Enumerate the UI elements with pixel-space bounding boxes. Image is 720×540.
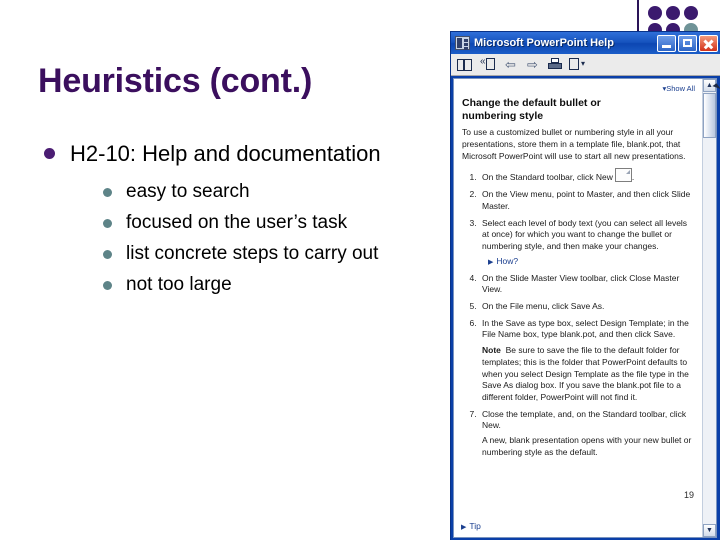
scroll-down-button[interactable]: ▼ [703,524,716,537]
show-all-link[interactable]: ▾Show All [662,84,695,93]
help-content-pane: ▾Show All Change the default bullet or n… [453,78,717,538]
show-hide-tabs-icon[interactable] [455,56,474,73]
bullet-icon [103,250,112,260]
list-item: easy to search [98,179,400,206]
bullet-icon [103,188,112,198]
list-item-label: list concrete steps to carry out [126,243,379,265]
sub-list: easy to search focused on the user’s tas… [98,179,400,299]
new-document-icon [614,168,632,183]
step-item: Close the template, and, on the Standard… [479,409,695,459]
bullet-icon [103,219,112,229]
window-titlebar[interactable]: Microsoft PowerPoint Help [451,32,720,54]
step-text: On the Standard toolbar, click New [482,172,613,183]
list-item-label: focused on the user’s task [126,212,348,234]
step-text: On the Slide Master View toolbar, click … [482,272,680,295]
article-steps: On the Standard toolbar, click New. On t… [462,168,695,458]
article-heading: Change the default bullet or numbering s… [462,96,601,122]
decorative-dot [666,6,680,20]
maximize-button[interactable] [678,34,697,52]
note-text: Be sure to save the file to the default … [482,345,689,402]
step-text: On the File menu, click Save As. [482,300,605,311]
step-item: On the Slide Master View toolbar, click … [479,273,695,296]
step-item: In the Save as type box, select Design T… [479,318,695,404]
show-all-row: ▾Show All [462,83,695,95]
step-text: Select each level of body text (you can … [482,217,688,252]
step-item: On the Standard toolbar, click New. [479,168,695,184]
article-final-paragraph: A new, blank presentation opens with you… [482,435,692,457]
list-item-label: H2-10: Help and documentation [70,141,381,166]
maximize-icon [683,38,692,47]
how-expander-link[interactable]: ▶ How? [488,256,695,268]
scrollbar-thumb[interactable] [703,93,716,138]
bullet-icon [44,148,55,159]
decorative-rule [637,0,639,32]
decorative-dot [648,6,662,20]
step-item: On the View menu, point to Master, and t… [479,189,695,212]
minimize-button[interactable] [657,34,676,52]
help-article: ▾Show All Change the default bullet or n… [454,79,702,537]
vertical-scrollbar[interactable]: ▲ ▼ [702,79,716,537]
article-note: Note Be sure to save the file to the def… [482,345,695,404]
slide-body-list: H2-10: Help and documentation easy to se… [40,138,400,305]
list-item: list concrete steps to carry out [98,241,400,268]
close-button[interactable] [699,34,718,52]
bullet-icon [103,281,112,291]
list-item: H2-10: Help and documentation easy to se… [40,138,400,299]
step-text: Close the template, and, on the Standard… [482,408,687,431]
step-item: Select each level of body text (you can … [479,218,695,268]
window-title: Microsoft PowerPoint Help [474,37,614,49]
page-title: Heuristics (cont.) [38,62,313,100]
tip-expander-link[interactable]: ▶ Tip [461,521,481,531]
list-item-label: easy to search [126,181,250,203]
forward-icon[interactable]: ⇨ [523,56,542,73]
back-icon[interactable]: ⇦ [501,56,520,73]
decorative-dot [684,6,698,20]
application-icon [455,36,470,50]
help-toolbar[interactable]: ⇦ ⇨ [451,54,720,76]
step-text: In the Save as type box, select Design T… [482,317,689,340]
note-label: Note [482,345,501,356]
triangle-icon: ▶ [461,524,467,531]
list-item: focused on the user’s task [98,210,400,237]
list-item-label: not too large [126,274,232,296]
print-icon[interactable] [545,56,564,73]
triangle-icon: ▶ [488,258,494,266]
step-text: On the View menu, point to Master, and t… [482,189,691,211]
back-to-contents-icon[interactable] [479,56,498,73]
step-item: On the File menu, click Save As. [479,301,695,313]
minimize-icon [662,44,671,48]
options-icon[interactable] [567,56,586,73]
slide-number: 19 [683,490,694,500]
article-intro: To use a customized bullet or numbering … [462,127,686,161]
list-item: not too large [98,272,400,299]
powerpoint-help-window[interactable]: Microsoft PowerPoint Help ⇦ ⇨ ▾Show All … [450,31,720,540]
window-controls [657,34,718,52]
